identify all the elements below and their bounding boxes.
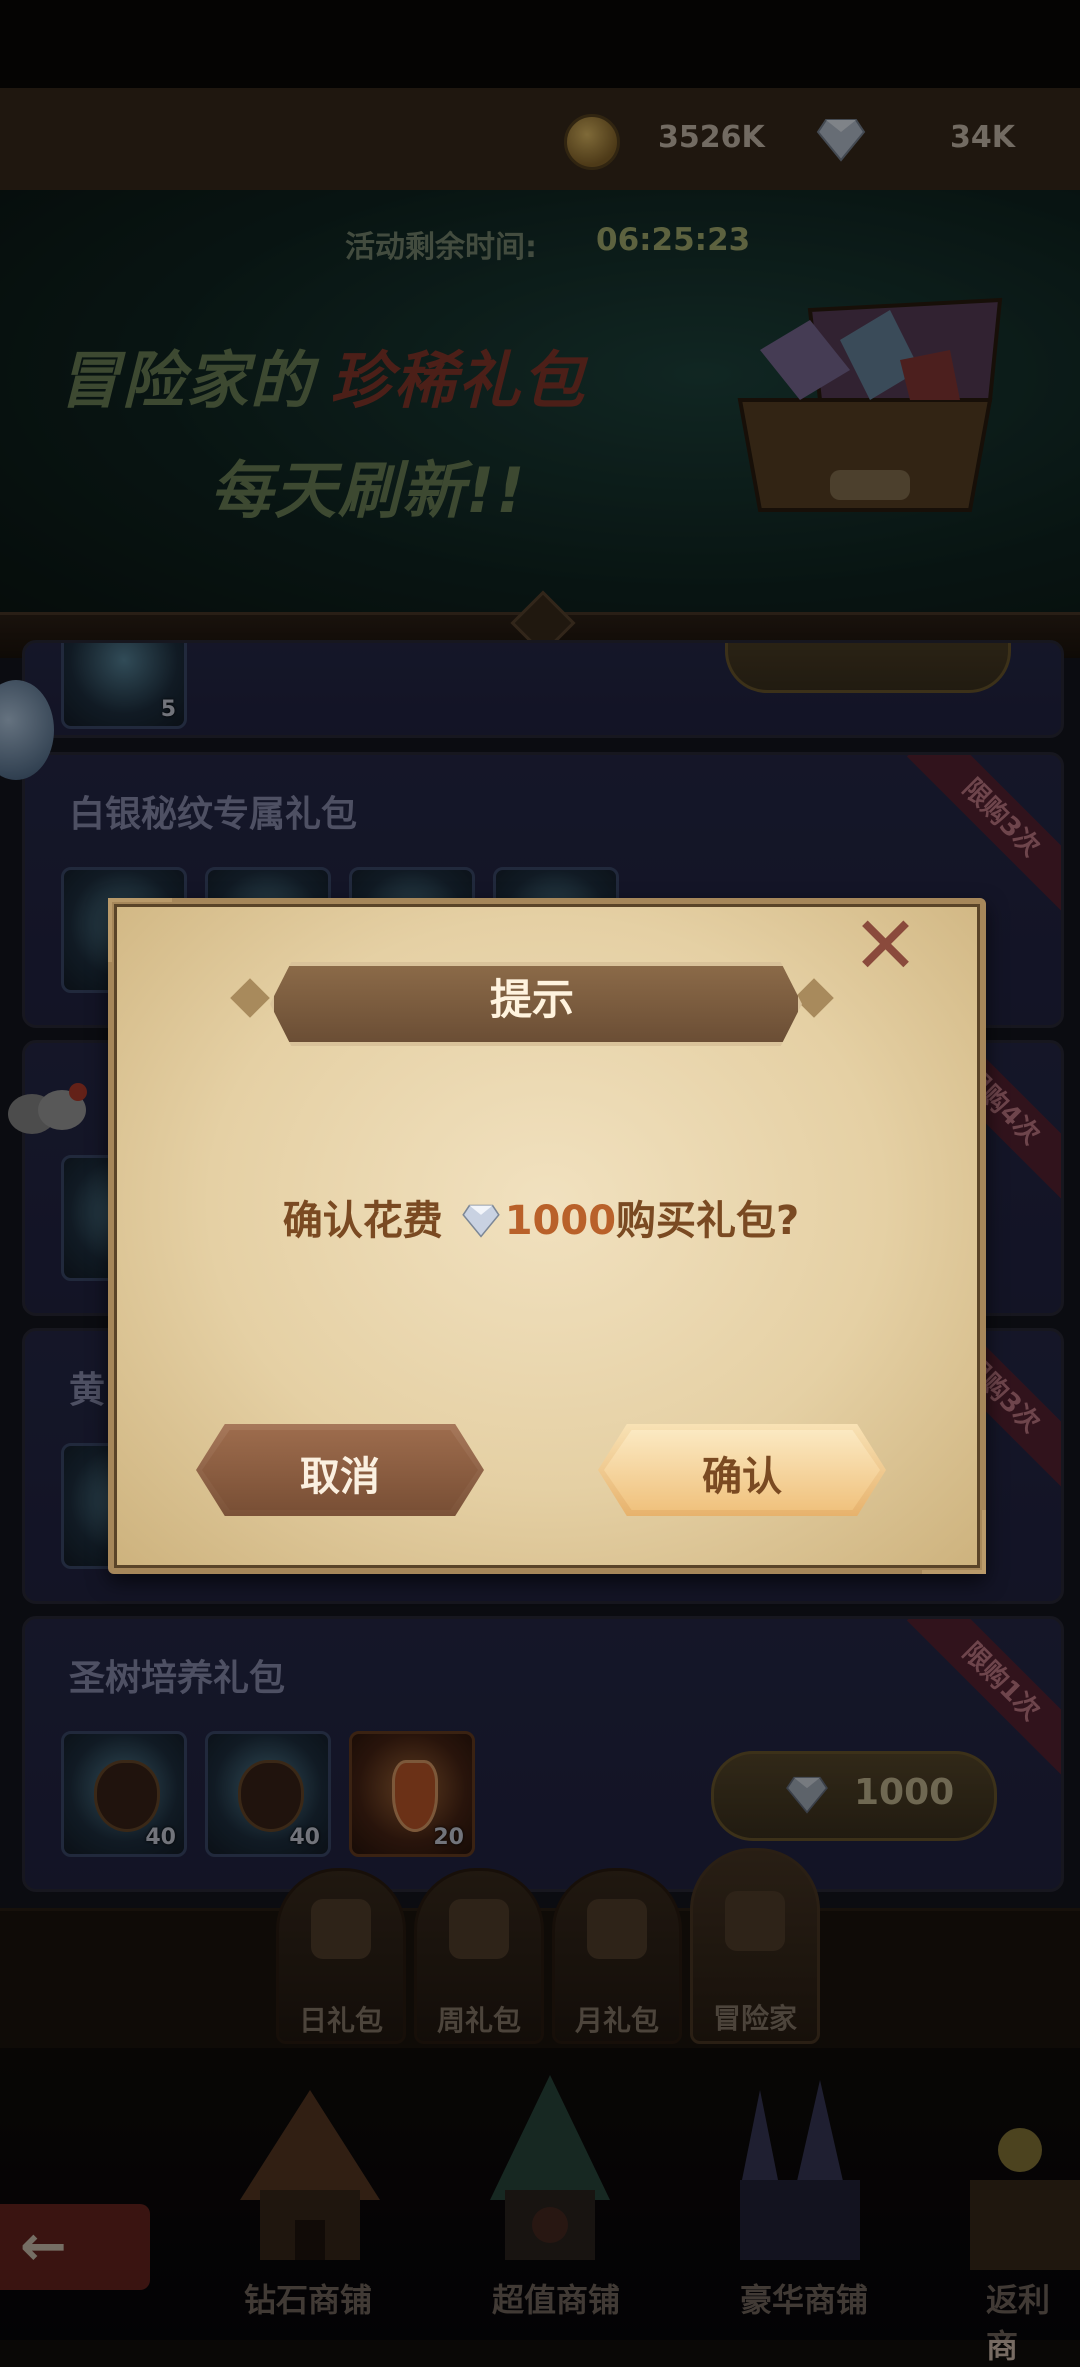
confirm-label: 确认 xyxy=(702,1454,782,1500)
cancel-button[interactable]: 取消 xyxy=(196,1424,484,1516)
dialog-title: 提示 xyxy=(489,975,574,1024)
close-icon[interactable]: ✕ xyxy=(852,906,919,986)
dialog-corner xyxy=(108,898,172,962)
message-cost: 1000 xyxy=(504,1198,617,1244)
confirm-button[interactable]: 确认 xyxy=(598,1424,886,1516)
message-prefix: 确认花费 xyxy=(282,1198,443,1244)
diamond-icon xyxy=(461,1204,500,1238)
dialog-corner xyxy=(922,1510,986,1574)
message-suffix: 购买礼包? xyxy=(616,1198,800,1244)
dialog-message: 确认花费 1000购买礼包? xyxy=(108,1188,974,1246)
cancel-label: 取消 xyxy=(300,1454,380,1500)
